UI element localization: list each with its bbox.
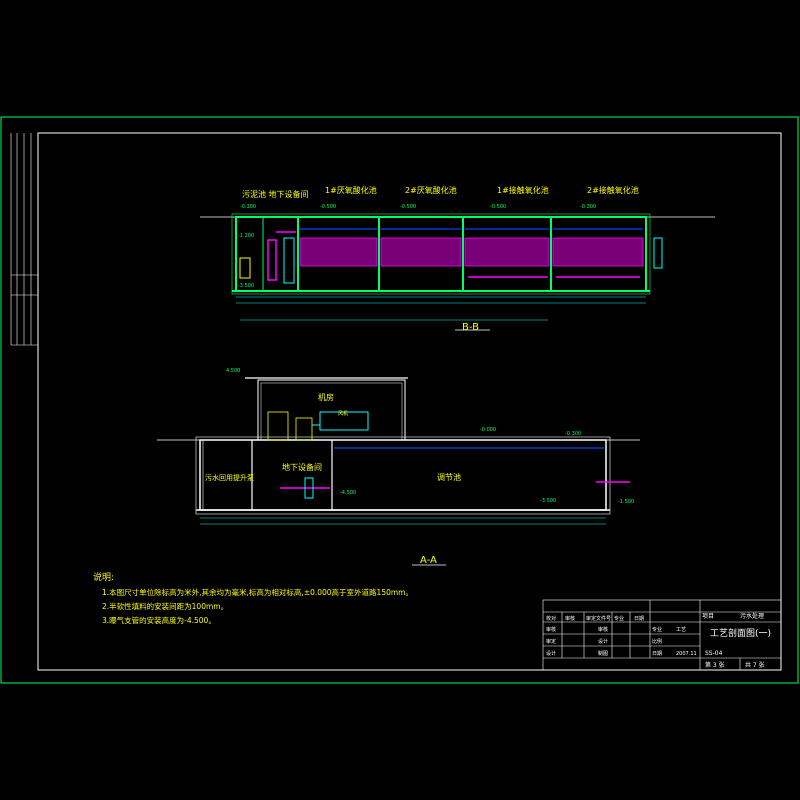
aa-elev-small-right: -1.500 bbox=[618, 499, 634, 505]
bb-elev-1: -0.300 bbox=[240, 204, 256, 210]
bb-elev-bottom-left: -3.500 bbox=[238, 283, 254, 289]
bb-label-contact-2: 2#接触氧化池 bbox=[587, 185, 639, 195]
tb-r2c4: 专业 bbox=[652, 626, 662, 633]
tb-drawing-no: SS-04 bbox=[705, 650, 723, 657]
aa-label-adjust-tank: 调节池 bbox=[437, 472, 461, 482]
notes-item-3: 3.曝气支管的安装高度为-4.500。 bbox=[102, 615, 216, 625]
notes-item-1: 1.本图尺寸单位除标高为米外,其余均为毫米,标高为相对标高,±0.000高于室外… bbox=[102, 587, 413, 597]
aa-elev-ground: -0.000 bbox=[480, 427, 496, 433]
left-binding-strip bbox=[10, 133, 38, 346]
tb-r4c3: 制图 bbox=[598, 650, 608, 657]
aa-label-machine-room: 机房 bbox=[318, 392, 334, 402]
tb-project-value: 污水处理 bbox=[740, 612, 764, 620]
aa-elev-bottom: -4.500 bbox=[340, 490, 356, 496]
tb-r3c4: 比例 bbox=[652, 638, 662, 645]
bb-elev-4: -0.500 bbox=[490, 204, 506, 210]
outer-frame bbox=[0, 116, 799, 684]
notes-item-2: 2.半软性填料的安装间距为100mm。 bbox=[102, 601, 228, 611]
bb-label-anaerobic-2: 2#厌氧酸化池 bbox=[405, 185, 457, 195]
tb-r3c1: 审定 bbox=[546, 638, 556, 645]
tb-sheet: 第 3 张 bbox=[705, 661, 725, 669]
tb-r4c5: 2007.11 bbox=[676, 651, 697, 657]
tb-r3c3: 设计 bbox=[598, 638, 608, 645]
aa-label-blower: 风机 bbox=[338, 410, 348, 417]
aa-section-title: A-A bbox=[420, 555, 437, 566]
tb-r1c3: 审定文件号 bbox=[586, 615, 611, 622]
tb-r2c1: 审核 bbox=[546, 626, 556, 633]
bb-elev-5: -0.300 bbox=[580, 204, 596, 210]
notes-heading: 说明: bbox=[93, 571, 114, 583]
tb-project-label: 项目 bbox=[702, 613, 714, 620]
bb-elev-3: -0.500 bbox=[400, 204, 416, 210]
tb-r1c4: 专业 bbox=[614, 615, 624, 622]
aa-section bbox=[157, 377, 640, 566]
bb-elev-left: -1.200 bbox=[238, 233, 254, 239]
cad-drawing: 污泥池 地下设备间 1#厌氧酸化池 2#厌氧酸化池 1#接触氧化池 2#接触氧化… bbox=[0, 116, 799, 684]
bb-section-title: B-B bbox=[462, 322, 479, 333]
tb-r2c5: 工艺 bbox=[676, 627, 686, 633]
bb-label-anaerobic-1: 1#厌氧酸化池 bbox=[325, 185, 377, 195]
tb-r1c5: 日期 bbox=[634, 616, 644, 622]
bb-label-sludge: 污泥池 地下设备间 bbox=[242, 189, 309, 199]
aa-elev-mid: -3.500 bbox=[540, 498, 556, 504]
tb-total: 共 7 张 bbox=[745, 661, 765, 669]
aa-label-collect-well: 污水回用提升泵 bbox=[205, 473, 254, 482]
tb-r2c3: 审核 bbox=[598, 626, 608, 633]
aa-elev-right: -0.300 bbox=[565, 431, 581, 437]
aa-label-underground-room: 地下设备间 bbox=[282, 462, 322, 472]
bb-elev-2: -0.500 bbox=[320, 204, 336, 210]
tb-r1c1: 校对 bbox=[546, 615, 556, 622]
tb-r4c4: 日期 bbox=[652, 651, 662, 657]
tb-drawing-title: 工艺剖面图(一) bbox=[710, 627, 771, 639]
tb-r4c1: 设计 bbox=[546, 650, 556, 657]
aa-elev-top: 4.500 bbox=[226, 368, 240, 374]
tb-r1c2: 审核 bbox=[565, 615, 575, 622]
bb-label-contact-1: 1#接触氧化池 bbox=[497, 185, 549, 195]
bb-section bbox=[200, 213, 715, 331]
